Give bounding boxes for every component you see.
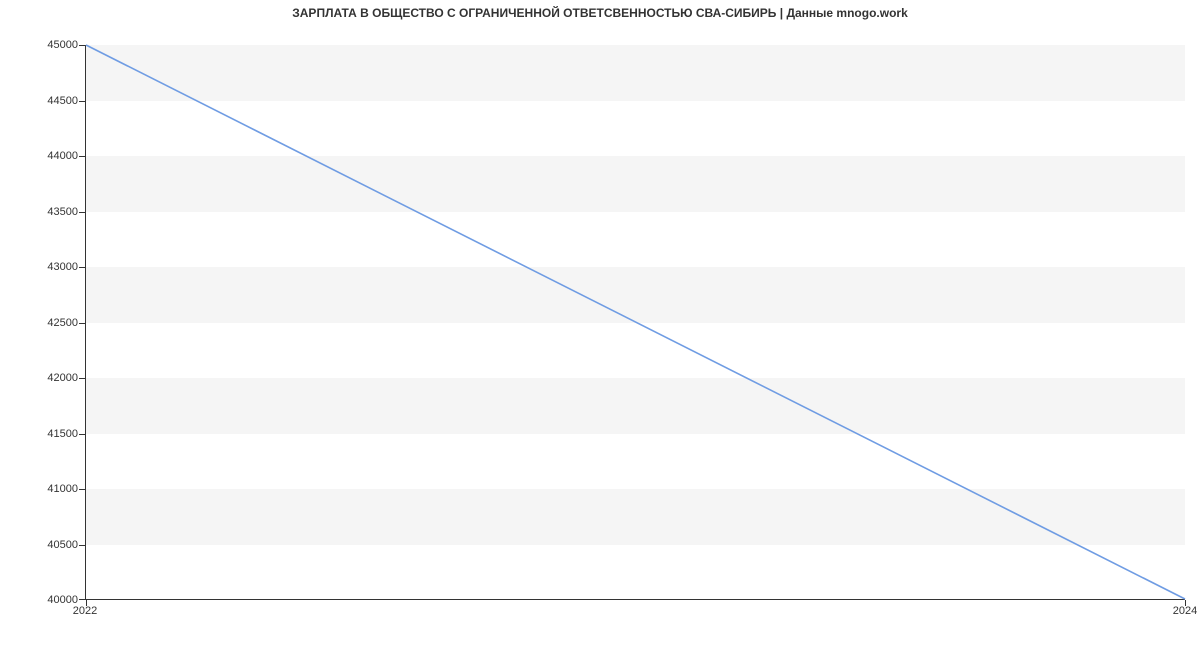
y-tick-label: 41500 (47, 428, 78, 440)
y-tick (79, 212, 85, 213)
x-tick (86, 600, 87, 606)
x-tick-label: 2022 (73, 605, 97, 617)
y-tick (79, 599, 85, 600)
y-tick-label: 42000 (47, 372, 78, 384)
y-tick-label: 41000 (47, 483, 78, 495)
data-line (86, 45, 1185, 599)
y-tick (79, 267, 85, 268)
chart-title: ЗАРПЛАТА В ОБЩЕСТВО С ОГРАНИЧЕННОЙ ОТВЕТ… (0, 6, 1200, 20)
y-tick (79, 156, 85, 157)
plot-area (85, 45, 1185, 600)
y-tick-label: 43000 (47, 261, 78, 273)
y-tick-label: 45000 (47, 39, 78, 51)
y-tick (79, 545, 85, 546)
y-tick-label: 44500 (47, 95, 78, 107)
y-tick (79, 489, 85, 490)
y-tick-label: 43500 (47, 206, 78, 218)
x-tick (1185, 600, 1186, 606)
y-tick (79, 434, 85, 435)
y-tick (79, 378, 85, 379)
y-tick-label: 42500 (47, 317, 78, 329)
y-tick-label: 44000 (47, 150, 78, 162)
x-tick-label: 2024 (1173, 605, 1197, 617)
y-tick-label: 40500 (47, 539, 78, 551)
y-tick (79, 101, 85, 102)
y-tick (79, 45, 85, 46)
chart-container: ЗАРПЛАТА В ОБЩЕСТВО С ОГРАНИЧЕННОЙ ОТВЕТ… (0, 0, 1200, 650)
y-tick (79, 323, 85, 324)
